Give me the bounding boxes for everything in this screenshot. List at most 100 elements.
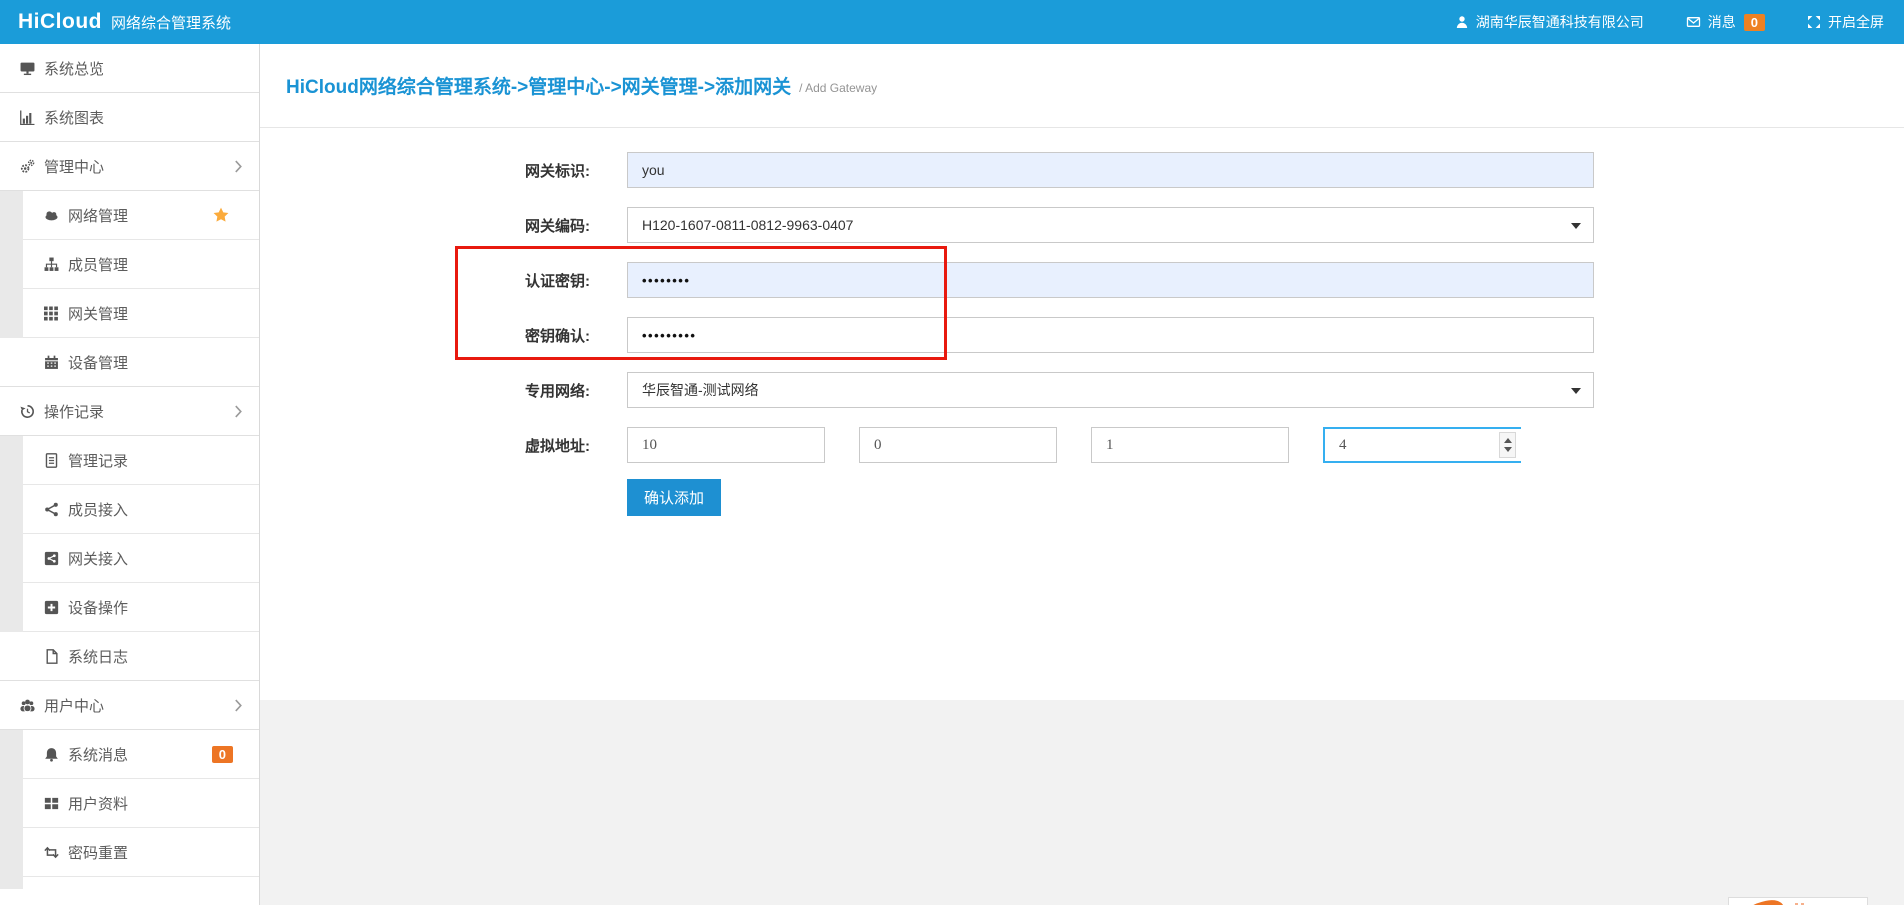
- confirm-add-button[interactable]: 确认添加: [627, 479, 721, 516]
- monitor-icon: [20, 61, 35, 76]
- private-network-label: 专用网络:: [260, 380, 590, 401]
- add-gateway-form: 网关标识: 网关编码: H120-1607-0811-0812-9963-040…: [260, 128, 1904, 700]
- sidebar-item-user-profile[interactable]: 用户资料: [0, 779, 259, 828]
- sidebar-item-label: 用户中心: [44, 695, 104, 716]
- plus-square-icon: [44, 600, 59, 615]
- user-icon: [1455, 15, 1469, 29]
- sidebar-item-system-charts[interactable]: 系统图表: [0, 93, 259, 142]
- message-count-badge: 0: [1744, 14, 1765, 31]
- sidebar-message-badge: 0: [212, 746, 233, 763]
- bell-icon: [44, 747, 59, 762]
- sidebar-item-label: 系统日志: [68, 646, 128, 667]
- sidebar-item-label: 网络管理: [68, 205, 128, 226]
- sidebar-item-label: 系统总览: [44, 58, 104, 79]
- sidebar-item-management-center[interactable]: 管理中心: [0, 142, 259, 191]
- stepper-down-icon[interactable]: [1504, 447, 1512, 452]
- sidebar-item-label: 设备管理: [68, 352, 128, 373]
- bar-chart-icon: [20, 110, 35, 125]
- share-icon: [44, 502, 59, 517]
- sidebar-item-partial: [0, 877, 259, 889]
- brand-name: HiCloud: [18, 10, 102, 34]
- envelope-icon: [1686, 15, 1701, 29]
- share-square-icon: [44, 551, 59, 566]
- form-row-virtual-address: 虚拟地址:: [260, 427, 1904, 463]
- caret-down-icon: [1571, 388, 1581, 394]
- sidebar-item-label: 管理中心: [44, 156, 104, 177]
- breadcrumb-path: HiCloud网络综合管理系统->管理中心->网关管理->添加网关: [286, 72, 791, 99]
- private-network-value: 华辰智通-测试网络: [642, 380, 759, 400]
- chevron-right-icon: [234, 699, 243, 712]
- private-network-select[interactable]: 华辰智通-测试网络: [627, 372, 1594, 408]
- auth-key-label: 认证密钥:: [260, 270, 590, 291]
- chevron-right-icon: [234, 160, 243, 173]
- virtual-address-octet-4[interactable]: [1325, 429, 1523, 461]
- breadcrumb-suffix: / Add Gateway: [799, 81, 877, 95]
- topbar-actions: 湖南华辰智通科技有限公司 消息 0 开启全屏: [1455, 12, 1904, 32]
- sidebar-item-device-operations[interactable]: 设备操作: [0, 583, 259, 632]
- sidebar-item-user-center[interactable]: 用户中心: [0, 681, 259, 730]
- sidebar-item-label: 网关接入: [68, 548, 128, 569]
- fullscreen-toggle[interactable]: 开启全屏: [1807, 12, 1884, 32]
- sidebar-item-member-management[interactable]: 成员管理: [0, 240, 259, 289]
- sidebar-item-gateway-management[interactable]: 网关管理: [0, 289, 259, 338]
- sidebar-item-label: 密码重置: [68, 842, 128, 863]
- sidebar-item-label: 管理记录: [68, 450, 128, 471]
- form-row-private-network: 专用网络: 华辰智通-测试网络: [260, 372, 1904, 408]
- sidebar-item-member-access[interactable]: 成员接入: [0, 485, 259, 534]
- company-name: 湖南华辰智通科技有限公司: [1476, 12, 1644, 32]
- history-icon: [20, 404, 35, 419]
- gateway-code-value: H120-1607-0811-0812-9963-0407: [642, 217, 853, 233]
- messages-label: 消息: [1708, 12, 1736, 32]
- virtual-address-label: 虚拟地址:: [260, 435, 590, 456]
- key-confirm-label: 密钥确认:: [260, 325, 590, 346]
- auth-key-input[interactable]: [627, 262, 1594, 298]
- sidebar-nav: 系统总览系统图表管理中心网络管理成员管理网关管理设备管理操作记录管理记录成员接入…: [0, 44, 260, 905]
- sidebar-item-gateway-access[interactable]: 网关接入: [0, 534, 259, 583]
- stepper-up-icon[interactable]: [1504, 438, 1512, 443]
- sidebar-item-system-logs[interactable]: 系统日志: [0, 632, 259, 681]
- virtual-address-octet-1[interactable]: [627, 427, 825, 463]
- logo-swoosh: [1739, 897, 1788, 905]
- sidebar-item-label: 系统消息: [68, 744, 128, 765]
- retweet-icon: [44, 845, 59, 860]
- sidebar-item-management-records[interactable]: 管理记录: [0, 436, 259, 485]
- messages-menu[interactable]: 消息 0: [1686, 12, 1765, 32]
- company-menu[interactable]: 湖南华辰智通科技有限公司: [1455, 12, 1644, 32]
- sidebar-item-operation-records[interactable]: 操作记录: [0, 387, 259, 436]
- sidebar-item-label: 网关管理: [68, 303, 128, 324]
- file-icon: [44, 649, 59, 664]
- file-text-icon: [44, 453, 59, 468]
- sidebar-item-network-management[interactable]: 网络管理: [0, 191, 259, 240]
- virtual-address-octet-3[interactable]: [1091, 427, 1289, 463]
- sidebar-item-label: 操作记录: [44, 401, 104, 422]
- star-icon: [213, 207, 229, 223]
- app-logo: HiCloud 网络综合管理系统: [0, 10, 231, 34]
- key-confirm-input[interactable]: [627, 317, 1594, 353]
- sidebar-item-system-messages[interactable]: 系统消息 0: [0, 730, 259, 779]
- calendar-icon: [44, 355, 59, 370]
- sidebar-item-device-management[interactable]: 设备管理: [0, 338, 259, 387]
- top-bar: HiCloud 网络综合管理系统 湖南华辰智通科技有限公司 消息 0 开启全屏: [0, 0, 1904, 44]
- corner-logo-widget: [1728, 897, 1868, 905]
- cloud-icon: [44, 208, 59, 223]
- breadcrumb: HiCloud网络综合管理系统->管理中心->网关管理->添加网关 / Add …: [260, 44, 1904, 128]
- number-stepper[interactable]: [1499, 432, 1516, 458]
- gears-icon: [20, 159, 35, 174]
- gateway-code-label: 网关编码:: [260, 215, 590, 236]
- chevron-right-icon: [234, 405, 243, 418]
- gateway-id-input[interactable]: [627, 152, 1594, 188]
- th-large-icon: [44, 796, 59, 811]
- sidebar-item-label: 用户资料: [68, 793, 128, 814]
- sidebar-item-system-overview[interactable]: 系统总览: [0, 44, 259, 93]
- form-row-gateway-id: 网关标识:: [260, 152, 1904, 188]
- sidebar-item-label: 设备操作: [68, 597, 128, 618]
- sidebar-item-password-reset[interactable]: 密码重置: [0, 828, 259, 877]
- brand-subtitle: 网络综合管理系统: [111, 12, 231, 33]
- grid-icon: [44, 306, 59, 321]
- sitemap-icon: [44, 257, 59, 272]
- sidebar-item-label: 成员管理: [68, 254, 128, 275]
- gateway-code-select[interactable]: H120-1607-0811-0812-9963-0407: [627, 207, 1594, 243]
- virtual-address-octet-2[interactable]: [859, 427, 1057, 463]
- caret-down-icon: [1571, 223, 1581, 229]
- expand-icon: [1807, 15, 1821, 29]
